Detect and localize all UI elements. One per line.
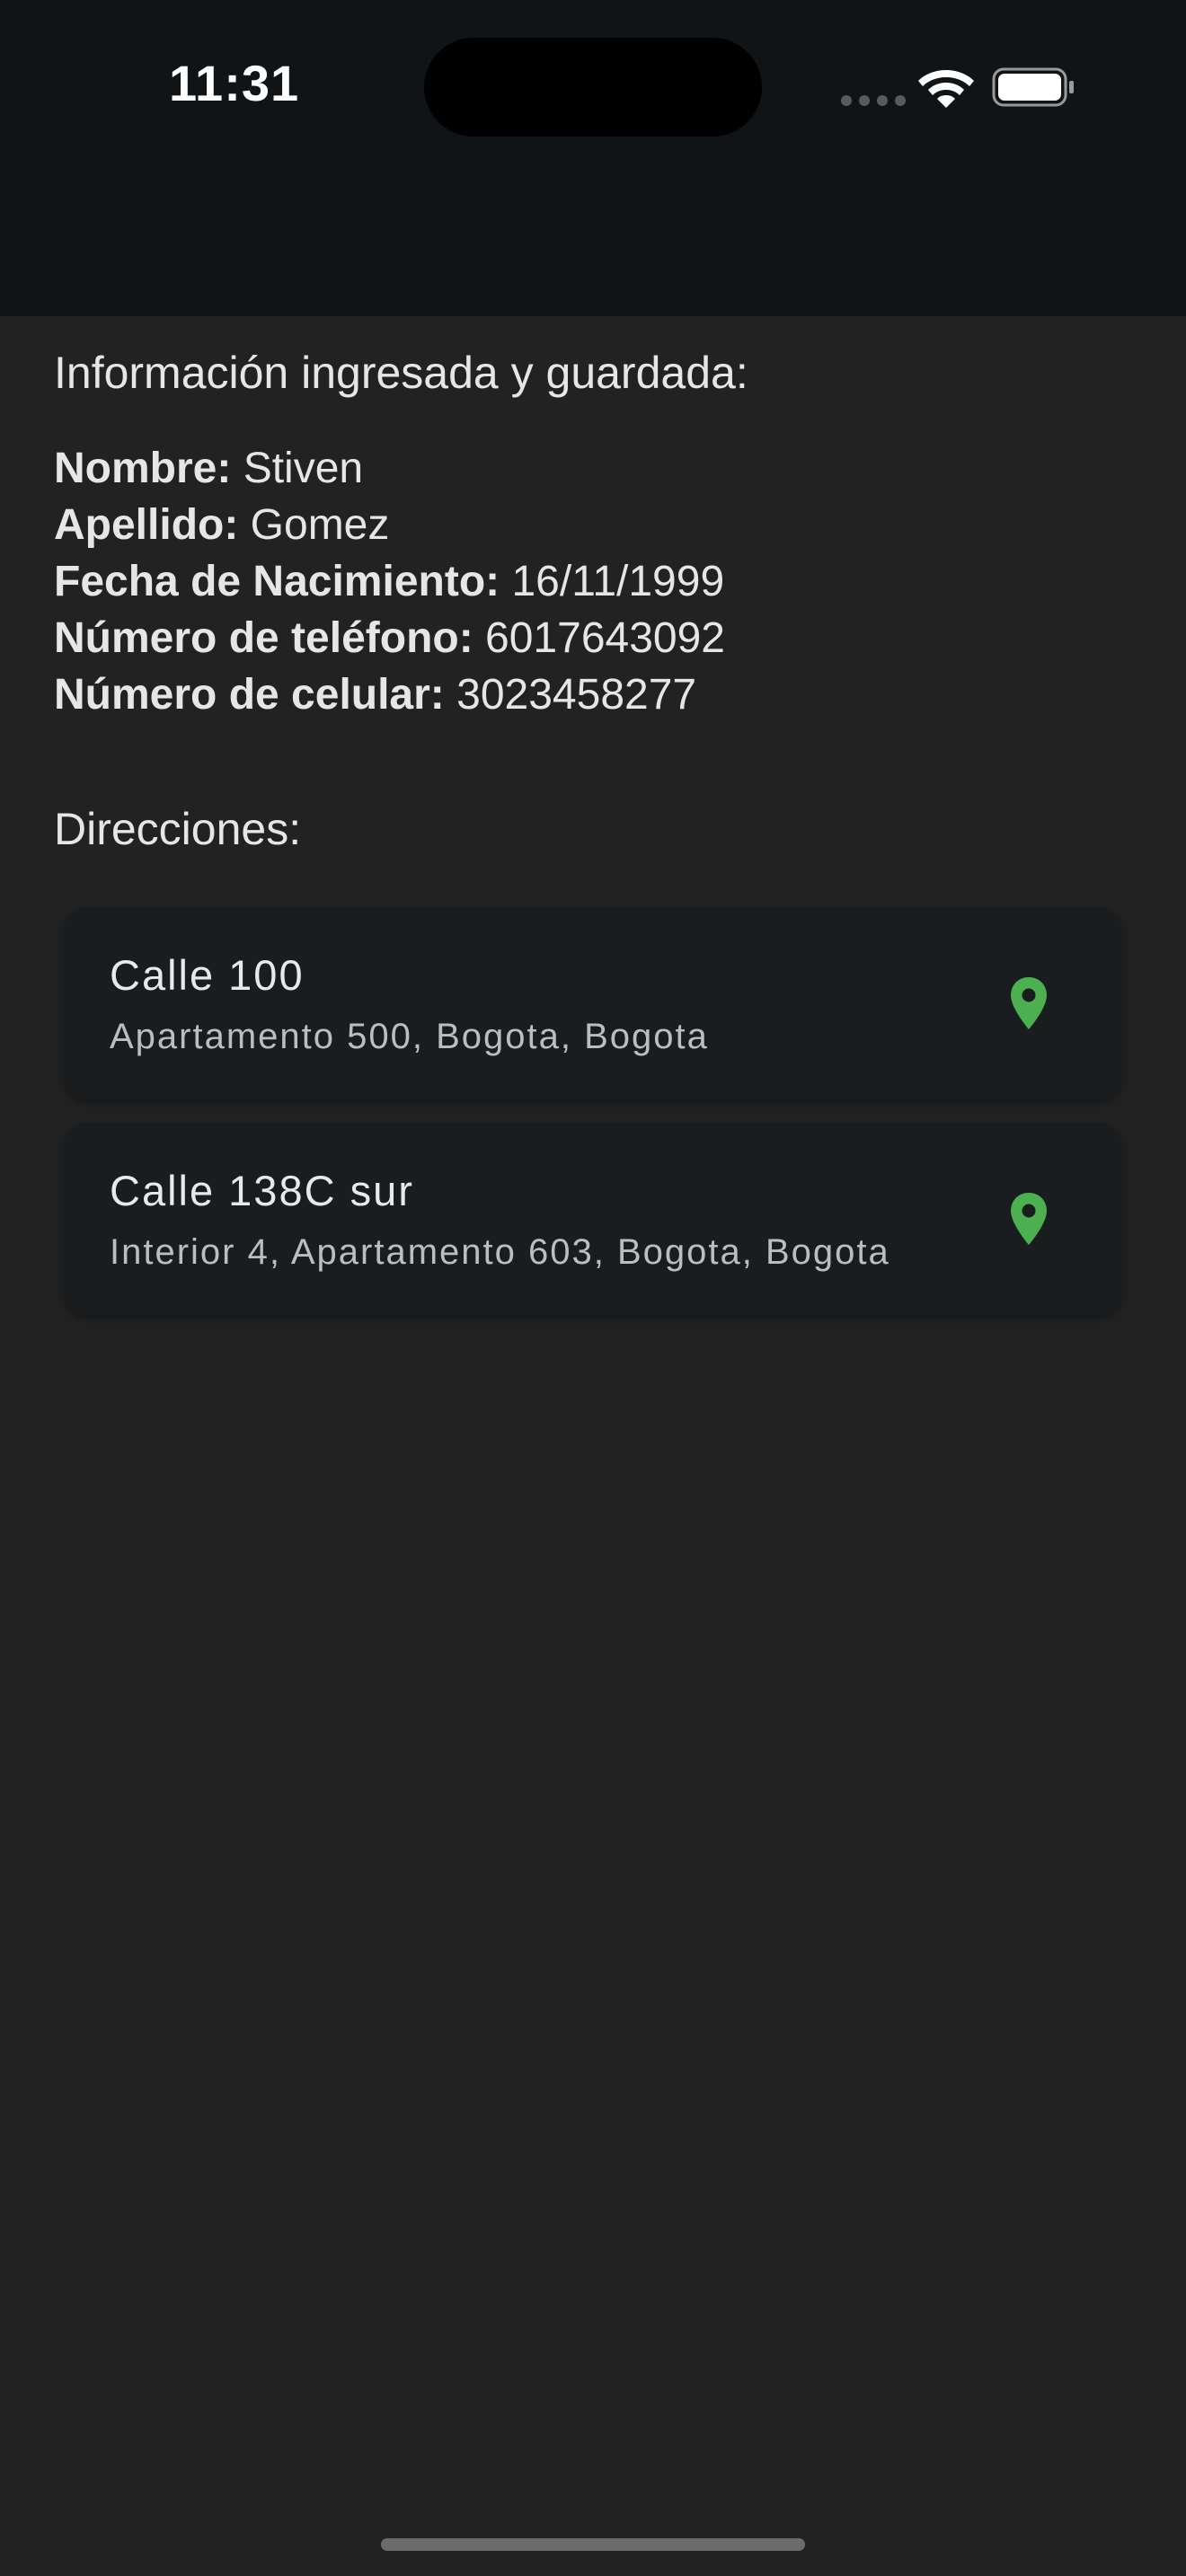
info-label: Número de teléfono: [54,614,474,662]
address-street: Calle 138C sur [110,1167,414,1214]
info-row-apellido: Apellido: Gomez [54,497,725,553]
status-time: 11:31 [169,55,300,111]
info-label: Número de celular: [54,671,445,719]
address-details: Interior 4, Apartamento 603, Bogota, Bog… [110,1232,890,1272]
wifi-icon [918,70,974,108]
cellular-signal-icon [841,95,906,106]
info-label: Apellido: [54,501,239,549]
screen: 11:31 Información ingresada y guardada: … [0,0,1186,2576]
info-label: Nombre: [54,445,232,492]
home-indicator[interactable] [381,2538,805,2551]
info-value: 3023458277 [456,671,697,719]
info-row-nombre: Nombre: Stiven [54,440,725,497]
dynamic-island [424,38,762,137]
address-street: Calle 100 [110,951,305,999]
info-row-telefono: Número de teléfono: 6017643092 [54,610,725,666]
address-details: Apartamento 500, Bogota, Bogota [110,1017,709,1056]
location-pin-icon[interactable] [1008,1191,1049,1247]
info-heading: Información ingresada y guardada: [54,348,748,398]
directions-heading: Direcciones: [54,804,302,854]
app-bar: 11:31 [0,0,1186,316]
info-list: Nombre: Stiven Apellido: Gomez Fecha de … [54,440,725,723]
info-value: 16/11/1999 [511,558,725,605]
info-value: 6017643092 [485,614,725,662]
info-row-celular: Número de celular: 3023458277 [54,666,725,723]
battery-icon [992,67,1074,107]
address-card[interactable]: Calle 100 Apartamento 500, Bogota, Bogot… [65,907,1121,1099]
address-card[interactable]: Calle 138C sur Interior 4, Apartamento 6… [65,1123,1121,1315]
info-label: Fecha de Nacimiento: [54,558,500,605]
info-row-fecha-nacimiento: Fecha de Nacimiento: 16/11/1999 [54,553,725,610]
info-value: Gomez [250,501,390,549]
info-value: Stiven [243,445,364,492]
location-pin-icon[interactable] [1008,975,1049,1031]
